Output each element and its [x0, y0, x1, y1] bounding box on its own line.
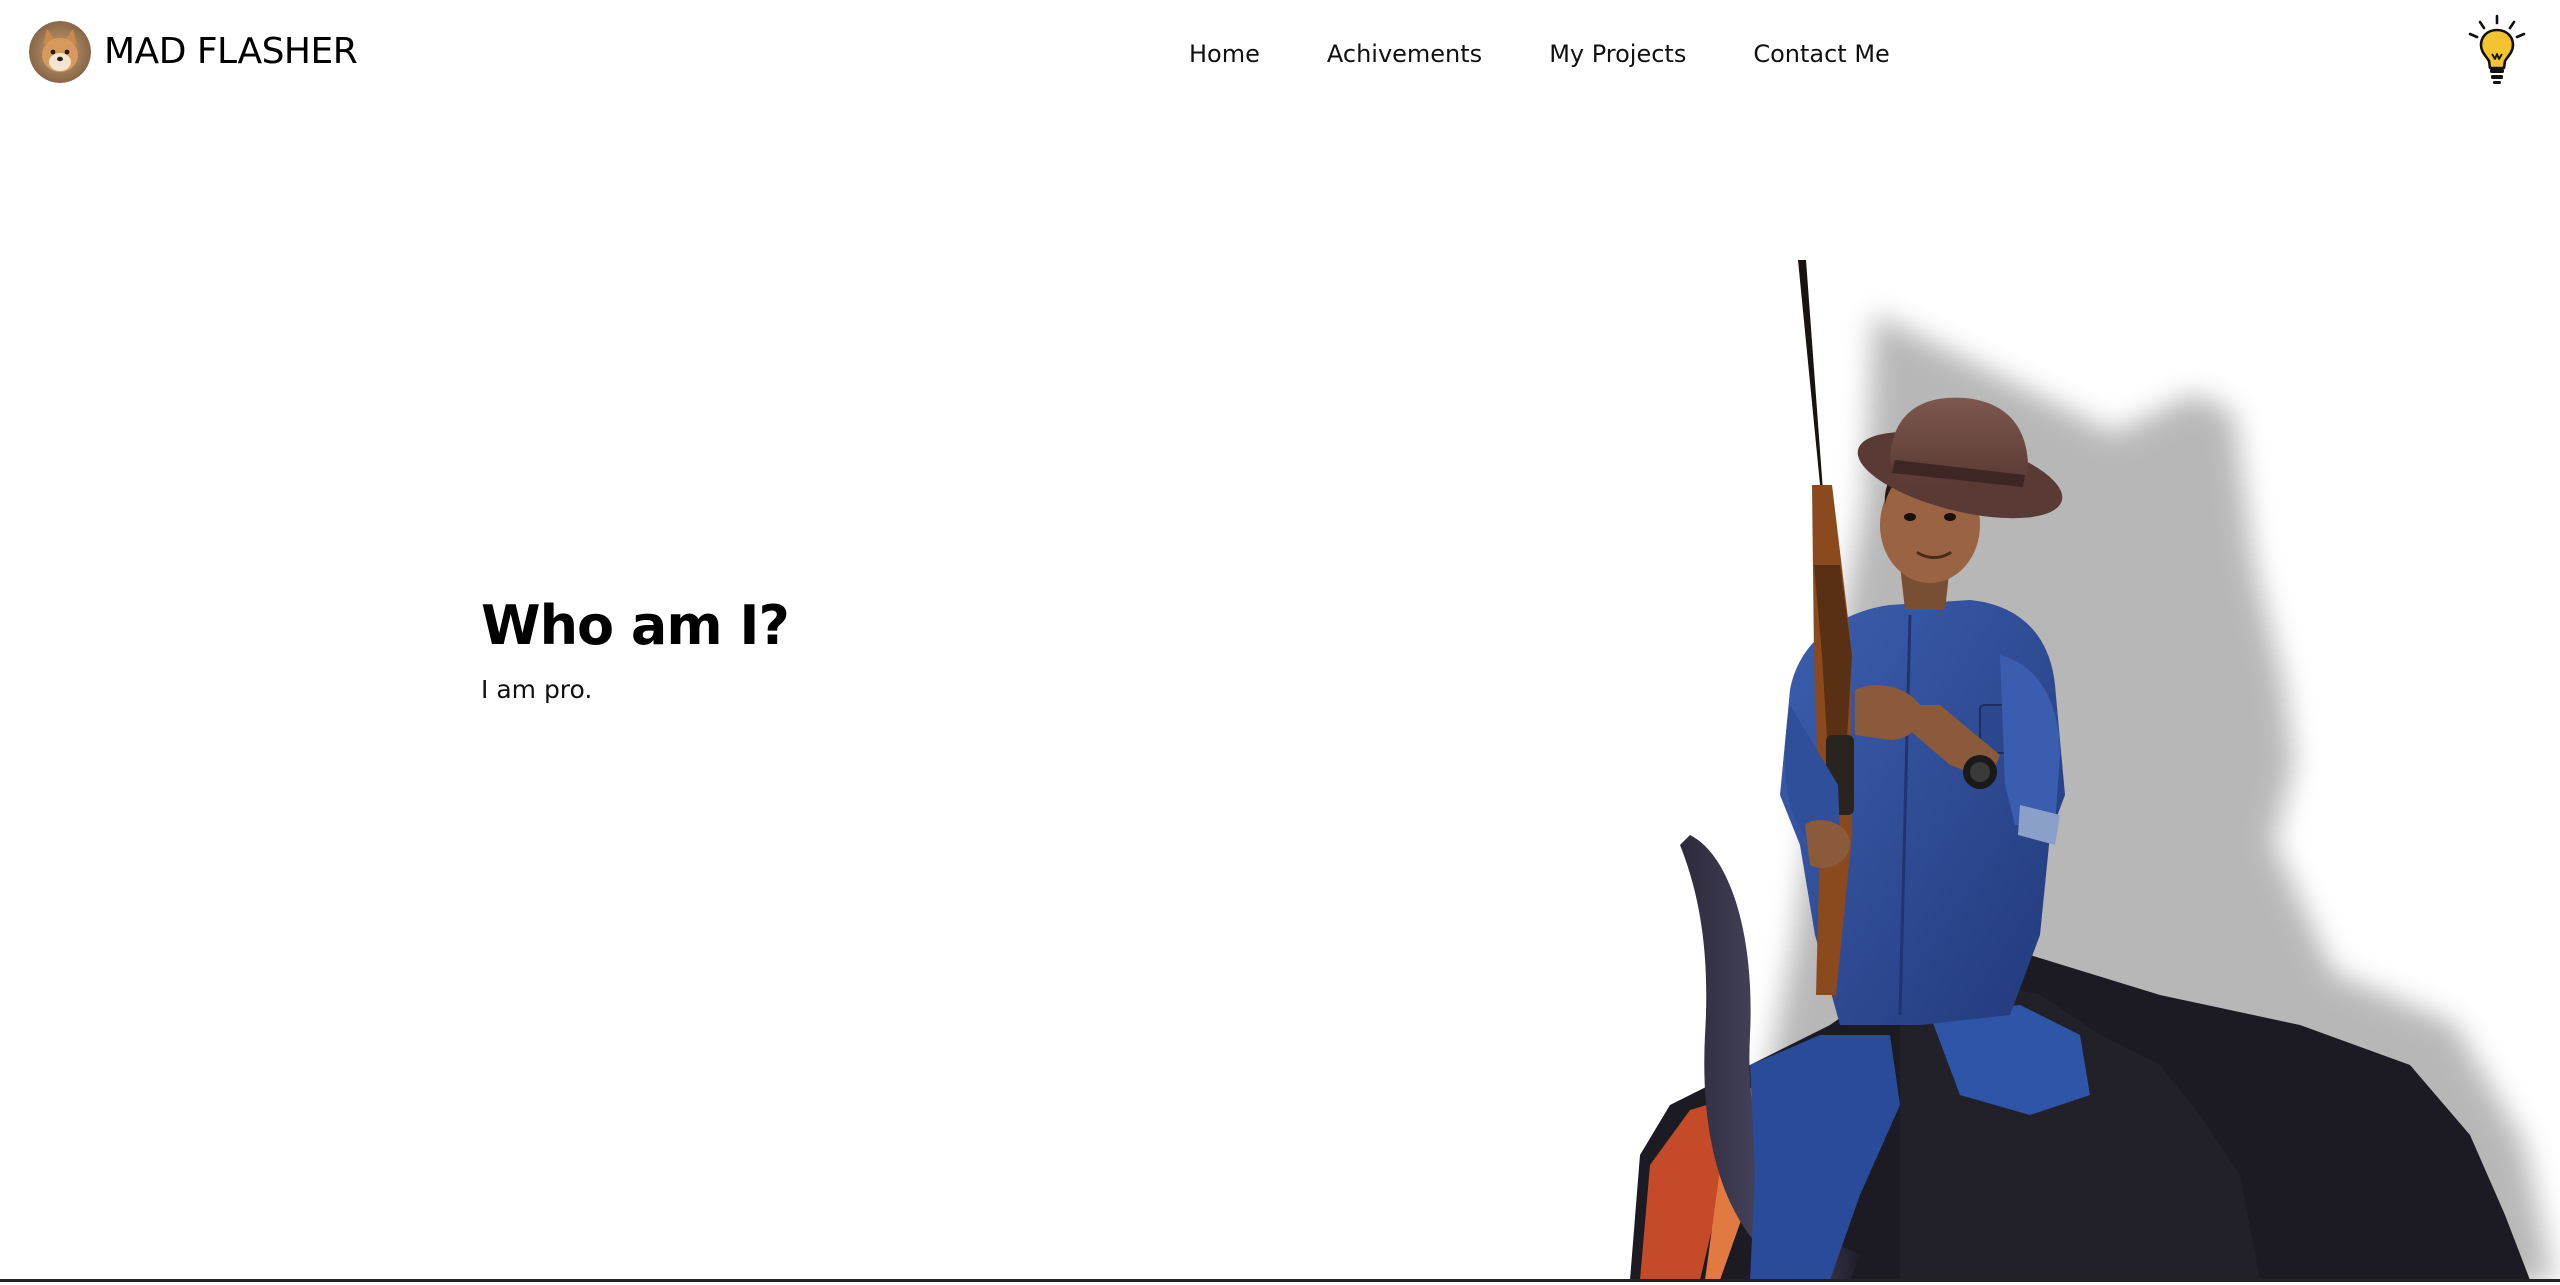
page-bottom-divider	[0, 1279, 2560, 1282]
brand-home-link[interactable]: MAD FLASHER	[29, 21, 358, 83]
theme-toggle-button[interactable]	[2466, 14, 2528, 86]
nav-contact-link[interactable]: Contact Me	[1753, 40, 1889, 68]
hero-title: Who am I?	[481, 594, 790, 657]
hero-intro: Who am I? I am pro.	[481, 588, 1381, 712]
hero-subtitle: I am pro.	[481, 675, 593, 704]
nav-home-link[interactable]: Home	[1189, 40, 1260, 68]
brand-name: MAD FLASHER	[104, 31, 358, 72]
lightbulb-icon	[2468, 14, 2526, 84]
page: MAD FLASHER Home Achivements My Projects…	[0, 0, 2560, 1285]
shiba-dog-avatar-icon	[29, 21, 91, 83]
boy-with-rifle-on-buffalo-photo-icon	[1630, 260, 2554, 1283]
main-nav: Home Achivements My Projects Contact Me	[1189, 34, 1890, 74]
hero-photo	[1600, 235, 2560, 1283]
site-header: MAD FLASHER Home Achivements My Projects…	[0, 0, 2560, 110]
nav-projects-link[interactable]: My Projects	[1549, 40, 1686, 68]
nav-achievements-link[interactable]: Achivements	[1327, 40, 1482, 68]
